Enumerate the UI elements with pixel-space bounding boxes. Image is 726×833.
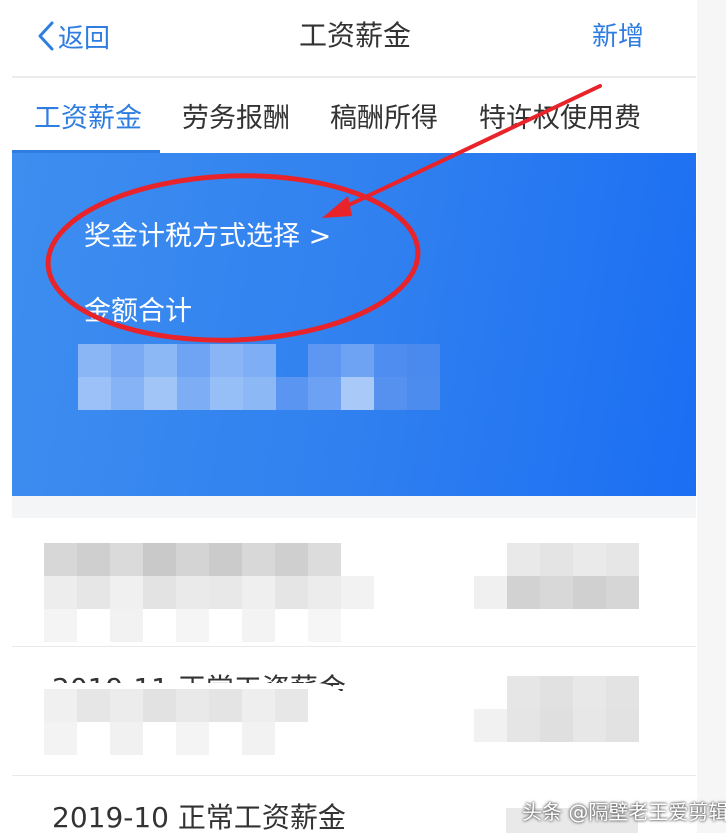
right-edge-strip [697,0,726,833]
add-button[interactable]: 新增 [592,16,644,53]
record-title: 2019-10 正常工资薪金 [52,801,346,833]
watermark-text: 头条 @隔壁老王爱剪辑 [522,800,726,824]
record-title-mosaic [44,543,374,643]
list-top-gap [12,496,696,518]
tab-royalties[interactable]: 特许权使用费 [479,96,641,135]
record-amount-mosaic [474,543,640,610]
tab-salary[interactable]: 工资薪金 [34,96,142,135]
bonus-tax-method-link[interactable]: 奖金计税方式选择 > [84,214,331,253]
category-tabs: 工资薪金 劳务报酬 稿酬所得 特许权使用费 [0,78,726,152]
record-subtitle-mosaic [12,683,358,769]
total-amount-label: 金额合计 [84,296,192,327]
tab-labor-remuneration[interactable]: 劳务报酬 [182,96,290,135]
total-amount-mosaic [78,344,440,410]
record-amount-mosaic [474,676,640,743]
tab-author-remuneration[interactable]: 稿酬所得 [330,96,438,135]
